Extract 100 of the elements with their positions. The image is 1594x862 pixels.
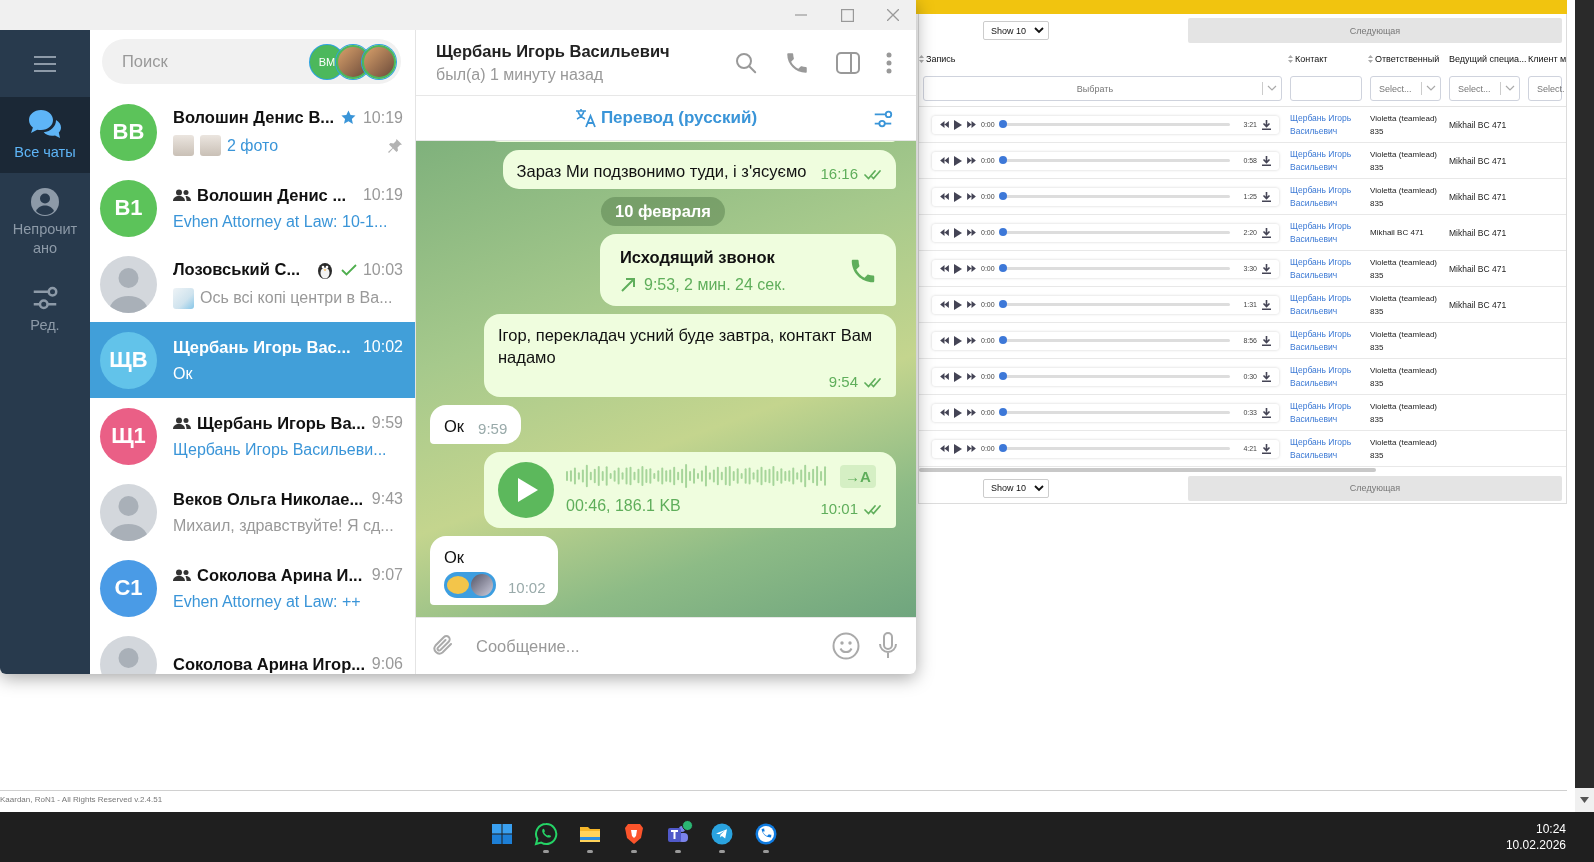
play-icon[interactable] [954,371,962,382]
seek-thumb[interactable] [998,192,1007,200]
scroll-down-icon[interactable] [1580,797,1589,803]
contact-filter-field[interactable] [1290,76,1362,101]
fast-forward-icon[interactable] [967,193,976,200]
fast-forward-icon[interactable] [967,157,976,164]
contact-link[interactable]: Щербань Игорь Васильевич [1286,183,1366,210]
search-icon[interactable] [734,50,758,75]
fast-forward-icon[interactable] [967,265,976,272]
seek-thumb[interactable] [998,300,1007,308]
seek-track[interactable] [1002,447,1231,450]
filter-select[interactable]: Select... [1370,76,1441,101]
play-icon[interactable] [954,155,962,166]
chat-item[interactable]: ВВ Волошин Денис В... 10:19 2 фото [90,94,415,170]
seek-thumb[interactable] [998,264,1007,272]
chat-item[interactable]: С1 Соколова Арина И... 9:07 Evhen Attorney at Law: ++ [90,550,415,626]
chat-item[interactable]: Лозовський С... 10:03 Ось всі копі центри в Ва... [90,246,415,322]
play-icon[interactable] [954,335,962,346]
seek-thumb[interactable] [998,120,1007,128]
column-header[interactable]: Запись [919,54,1286,64]
more-icon[interactable] [886,51,892,74]
seek-thumb[interactable] [998,372,1007,380]
download-icon[interactable] [1262,263,1271,274]
column-header[interactable]: Контакт [1286,54,1366,64]
rewind-icon[interactable] [940,265,949,272]
fast-forward-icon[interactable] [967,409,976,416]
play-icon[interactable] [954,407,962,418]
seek-thumb[interactable] [998,336,1007,344]
download-icon[interactable] [1262,119,1271,130]
scrollbar[interactable] [1575,0,1594,788]
reaction[interactable] [444,572,496,598]
folder-tab[interactable]: Все чаты [0,97,90,173]
seek-track[interactable] [1002,231,1231,234]
folder-tab[interactable]: Непрочитано [0,173,90,271]
play-icon[interactable] [954,191,962,202]
rewind-icon[interactable] [940,229,949,236]
seek-thumb[interactable] [998,228,1007,236]
search-field[interactable]: Поиск ВМ [102,39,401,84]
seek-track[interactable] [1002,195,1231,198]
play-icon[interactable] [954,119,962,130]
download-icon[interactable] [1262,191,1271,202]
seek-track[interactable] [1002,123,1231,126]
seek-track[interactable] [1002,339,1231,342]
download-icon[interactable] [1262,155,1271,166]
next-page-button[interactable]: Следующая [1188,18,1562,43]
chat-item[interactable]: Веков Ольга Николае... 9:43 Михаил, здравствуйте! Я сд... [90,474,415,550]
chat-item[interactable]: В1 Волошин Денис ... 10:19 Evhen Attorney at Law: 10-1... [90,170,415,246]
fast-forward-icon[interactable] [967,337,976,344]
rewind-icon[interactable] [940,157,949,164]
fast-forward-icon[interactable] [967,373,976,380]
column-header[interactable]: Ответственный [1366,54,1445,64]
rewind-icon[interactable] [940,445,949,452]
download-icon[interactable] [1262,443,1271,454]
seek-track[interactable] [1002,375,1231,378]
contact-link[interactable]: Щербань Игорь Васильевич [1286,435,1366,462]
story-avatar[interactable] [362,44,396,79]
seek-track[interactable] [1002,411,1231,414]
chat-item[interactable]: Щ1 Щербань Игорь Ва... 9:59 Щербань Игорь Васильеви... [90,398,415,474]
rewind-icon[interactable] [940,301,949,308]
folder-tab[interactable]: Ред. [0,271,90,347]
play-icon[interactable] [954,227,962,238]
contact-link[interactable]: Щербань Игорь Васильевич [1286,327,1366,354]
contact-link[interactable]: Щербань Игорь Васильевич [1286,219,1366,246]
download-icon[interactable] [1262,299,1271,310]
column-header[interactable]: Ведущий специа... [1445,54,1524,64]
rewind-icon[interactable] [940,193,949,200]
fast-forward-icon[interactable] [967,301,976,308]
seek-thumb[interactable] [998,408,1007,416]
download-icon[interactable] [1262,407,1271,418]
translate-button[interactable]: Перевод (русский) [574,108,758,128]
menu-icon[interactable] [33,54,57,73]
contact-link[interactable]: Щербань Игорь Васильевич [1286,111,1366,138]
download-icon[interactable] [1262,371,1271,382]
filter-select[interactable]: Select... [1449,76,1520,101]
seek-track[interactable] [1002,159,1231,162]
download-icon[interactable] [1262,227,1271,238]
seek-thumb[interactable] [998,444,1007,452]
translation-settings-icon[interactable] [872,108,894,130]
sidebar-toggle-icon[interactable] [836,51,860,74]
next-page-button[interactable]: Следующая [1188,475,1562,501]
scrollbar[interactable] [919,468,1376,472]
rewind-icon[interactable] [940,121,949,128]
contact-link[interactable]: Щербань Игорь Васильевич [1286,291,1366,318]
chat-item[interactable]: ЩВ Щербань Игорь Вас... 10:02 Ок [90,322,415,398]
seek-thumb[interactable] [998,156,1007,164]
fast-forward-icon[interactable] [967,229,976,236]
contact-link[interactable]: Щербань Игорь Васильевич [1286,255,1366,282]
rewind-icon[interactable] [940,409,949,416]
seek-track[interactable] [1002,303,1231,306]
rewind-icon[interactable] [940,373,949,380]
page-size-select[interactable]: Show 10 [983,21,1049,40]
chat-item[interactable]: Соколова Арина Игор... 9:06 [90,626,415,674]
contact-link[interactable]: Щербань Игорь Васильевич [1286,363,1366,390]
play-icon[interactable] [954,299,962,310]
play-icon[interactable] [954,263,962,274]
filter-select[interactable]: Выбрать [923,76,1282,101]
fast-forward-icon[interactable] [967,121,976,128]
filter-select[interactable]: Select. [1528,76,1562,101]
rewind-icon[interactable] [940,337,949,344]
play-icon[interactable] [954,443,962,454]
